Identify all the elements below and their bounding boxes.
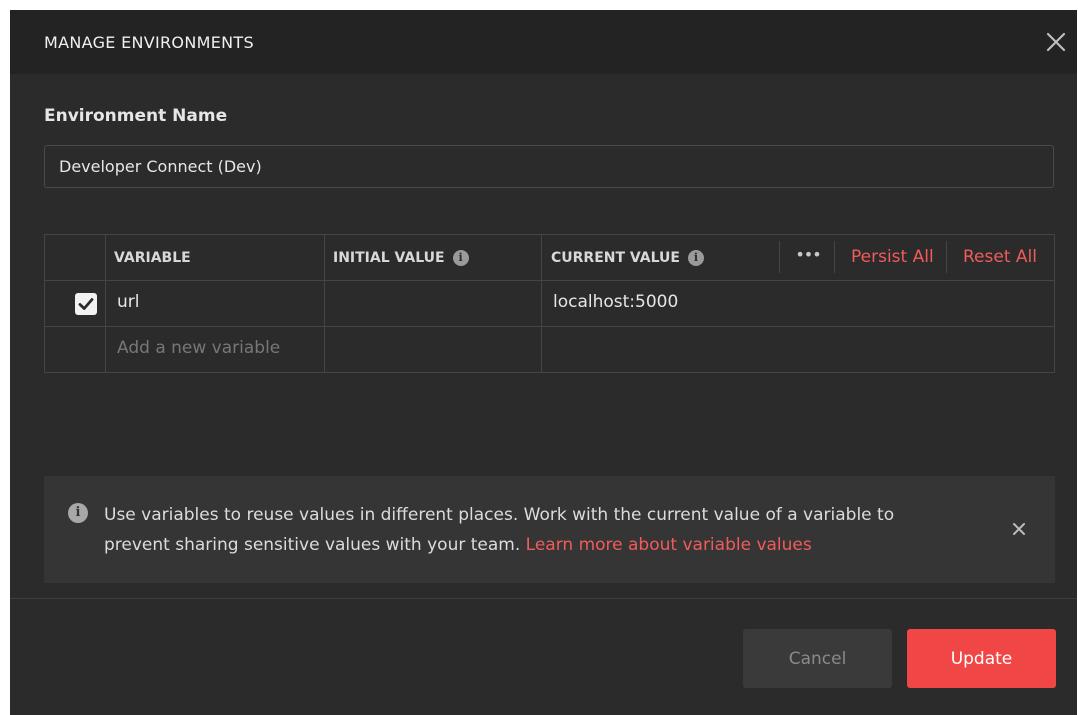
variables-table: VARIABLE INITIAL VALUE i CURRENT VALUE i… (44, 234, 1055, 373)
column-header-variable: VARIABLE (114, 250, 191, 266)
column-header-current-value: CURRENT VALUE i (551, 250, 704, 266)
info-banner: i Use variables to reuse values in diffe… (44, 476, 1055, 583)
header-divider (946, 241, 947, 273)
info-banner-text: Use variables to reuse values in differe… (104, 500, 964, 560)
info-icon: i (68, 503, 88, 523)
environment-name-input[interactable] (44, 145, 1054, 188)
footer-divider (10, 598, 1077, 599)
close-icon[interactable] (1010, 520, 1028, 538)
checkmark-icon (78, 298, 94, 310)
dialog-header: MANAGE ENVIRONMENTS (10, 10, 1077, 74)
column-divider (541, 235, 542, 372)
close-icon[interactable] (1044, 30, 1068, 54)
manage-environments-dialog: MANAGE ENVIRONMENTS Environment Name VAR… (10, 10, 1077, 715)
column-header-variable-label: VARIABLE (114, 250, 191, 266)
variable-enabled-checkbox[interactable] (75, 293, 97, 315)
reset-all-button[interactable]: Reset All (963, 247, 1037, 267)
column-divider (105, 235, 106, 372)
environment-name-label: Environment Name (44, 106, 228, 126)
more-horizontal-icon[interactable]: ••• (793, 242, 823, 272)
header-divider (834, 241, 835, 273)
cancel-button[interactable]: Cancel (743, 629, 892, 688)
row-divider (45, 280, 1054, 281)
variable-name-cell[interactable]: url (117, 292, 140, 312)
column-header-initial-value-label: INITIAL VALUE (333, 250, 445, 266)
add-variable-input[interactable]: Add a new variable (117, 338, 280, 358)
column-header-initial-value: INITIAL VALUE i (333, 250, 469, 266)
row-divider (45, 326, 1054, 327)
dialog-title: MANAGE ENVIRONMENTS (44, 33, 254, 52)
persist-all-button[interactable]: Persist All (851, 247, 934, 267)
learn-more-link[interactable]: Learn more about variable values (526, 535, 812, 555)
info-icon[interactable]: i (687, 250, 704, 266)
column-divider (324, 235, 325, 372)
info-icon[interactable]: i (452, 250, 469, 266)
update-button[interactable]: Update (907, 629, 1056, 688)
current-value-cell[interactable]: localhost:5000 (553, 292, 678, 312)
column-header-current-value-label: CURRENT VALUE (551, 250, 680, 266)
header-divider (779, 241, 780, 273)
